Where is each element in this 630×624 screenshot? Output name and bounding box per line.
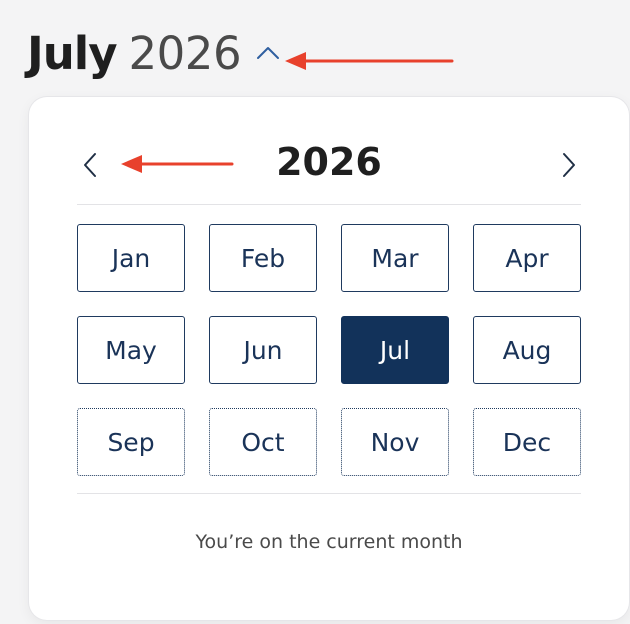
month-button-feb[interactable]: Feb: [209, 224, 317, 292]
month-button-dec[interactable]: Dec: [473, 408, 581, 476]
month-button-jan[interactable]: Jan: [77, 224, 185, 292]
current-year-label: 2026: [128, 26, 242, 80]
month-grid: Jan Feb Mar Apr May Jun Jul Aug Sep Oct …: [77, 224, 581, 476]
header-divider: [77, 204, 581, 205]
chevron-left-icon: [84, 153, 96, 177]
month-button-apr[interactable]: Apr: [473, 224, 581, 292]
month-button-nov[interactable]: Nov: [341, 408, 449, 476]
month-button-mar[interactable]: Mar: [341, 224, 449, 292]
current-month-status: You’re on the current month: [195, 531, 463, 553]
month-button-oct[interactable]: Oct: [209, 408, 317, 476]
picker-toggle-button[interactable]: [255, 40, 281, 66]
footer-divider: [77, 493, 581, 494]
annotation-arrow-icon: [121, 155, 234, 173]
month-year-header: July 2026: [27, 22, 281, 84]
chevron-right-icon: [563, 153, 575, 177]
month-button-may[interactable]: May: [77, 316, 185, 384]
previous-year-button[interactable]: [75, 145, 105, 185]
annotation-arrow-icon: [285, 52, 454, 70]
next-year-button[interactable]: [554, 145, 584, 185]
chevron-up-icon: [257, 47, 280, 59]
picker-year-title: 2026: [276, 140, 382, 184]
current-month-label: July: [27, 26, 118, 80]
month-button-aug[interactable]: Aug: [473, 316, 581, 384]
month-button-jul[interactable]: Jul: [341, 316, 449, 384]
month-button-jun[interactable]: Jun: [209, 316, 317, 384]
month-button-sep[interactable]: Sep: [77, 408, 185, 476]
